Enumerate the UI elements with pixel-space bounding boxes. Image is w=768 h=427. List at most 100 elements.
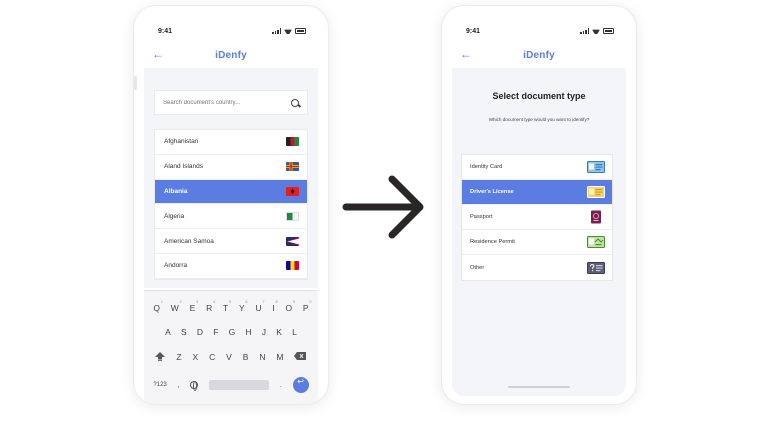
- key-e[interactable]: E3: [190, 299, 199, 313]
- key-c[interactable]: C: [209, 352, 215, 363]
- country-name: Albania: [164, 187, 188, 195]
- key-f[interactable]: F: [213, 327, 218, 337]
- key-j[interactable]: J: [262, 327, 266, 337]
- phone-country-selection: 9:41 ← iDenfy Afghanistan Al: [134, 6, 328, 404]
- document-name: Driver's License: [470, 189, 514, 195]
- document-name: Other: [470, 264, 485, 271]
- key-o[interactable]: O9: [286, 299, 296, 313]
- brand-logo: iDenfy: [523, 49, 555, 61]
- signal-icon: [580, 28, 589, 34]
- country-name: Algeria: [164, 212, 185, 220]
- country-name: Afghanistan: [164, 138, 199, 146]
- wifi-icon: [592, 28, 600, 34]
- document-name: Identity Card: [470, 164, 503, 170]
- key-w[interactable]: W2: [171, 299, 182, 313]
- backspace-key-icon[interactable]: [294, 352, 307, 363]
- wifi-icon: [284, 28, 292, 34]
- country-row-aland-islands[interactable]: Aland Islands: [155, 155, 307, 180]
- document-screen: Select document type Which document type…: [452, 68, 626, 396]
- residence-permit-icon: [587, 236, 605, 248]
- keyboard-row-2: A S D F G H J K L: [144, 327, 318, 337]
- key-i[interactable]: I8: [272, 299, 277, 313]
- battery-icon: [603, 28, 614, 34]
- document-name: Residence Permit: [470, 239, 515, 245]
- country-search-box[interactable]: [154, 90, 308, 115]
- period-key[interactable]: .: [280, 382, 282, 389]
- key-t[interactable]: T5: [223, 299, 231, 313]
- key-u[interactable]: U7: [255, 299, 264, 313]
- status-time: 9:41: [466, 27, 481, 35]
- key-y[interactable]: Y6: [239, 299, 248, 313]
- key-d[interactable]: D: [197, 327, 203, 337]
- onscreen-keyboard: Q1 W2 E3 R4 T5 Y6 U7 I8 O9 P0 A S D F G …: [144, 290, 318, 404]
- country-list: Afghanistan Aland Islands Albania Algeri…: [154, 129, 308, 280]
- key-h[interactable]: H: [245, 327, 251, 337]
- document-row-identity-card[interactable]: Identity Card: [462, 155, 612, 180]
- country-row-algeria[interactable]: Algeria: [155, 204, 307, 230]
- home-indicator: [508, 386, 570, 388]
- brand-logo: iDenfy: [215, 49, 247, 61]
- afghanistan-flag-icon: [286, 137, 299, 147]
- country-search-input[interactable]: [163, 99, 291, 106]
- american-samoa-flag-icon: [286, 236, 299, 246]
- key-p[interactable]: P0: [303, 299, 312, 313]
- nav-bar: ← iDenfy: [452, 44, 626, 66]
- document-row-drivers-license[interactable]: Driver's License: [462, 180, 612, 205]
- keyboard-row-3: Z X C V B N M: [144, 352, 318, 363]
- albania-flag-icon: [286, 186, 299, 196]
- enter-key-icon[interactable]: ↩: [292, 377, 309, 393]
- document-row-passport[interactable]: Passport: [462, 205, 612, 230]
- andorra-flag-icon: [286, 261, 299, 271]
- country-row-afghanistan[interactable]: Afghanistan: [155, 130, 307, 155]
- back-arrow-icon[interactable]: ←: [460, 48, 472, 60]
- algeria-flag-icon: [286, 211, 299, 221]
- country-row-american-samoa[interactable]: American Samoa: [155, 229, 307, 254]
- numbers-key[interactable]: ?123: [153, 382, 166, 388]
- right-arrow-icon: [342, 175, 424, 239]
- battery-icon: [295, 28, 306, 34]
- country-row-andorra[interactable]: Andorra: [155, 254, 307, 279]
- passport-icon: [591, 210, 601, 224]
- key-n[interactable]: N: [259, 352, 265, 363]
- country-name: Aland Islands: [164, 163, 204, 171]
- key-a[interactable]: A: [165, 327, 171, 337]
- keyboard-row-1: Q1 W2 E3 R4 T5 Y6 U7 I8 O9 P0: [144, 299, 318, 313]
- other-document-icon: [587, 261, 605, 274]
- phone-side-button: [134, 76, 137, 90]
- drivers-license-icon: [587, 186, 605, 198]
- comma-key[interactable]: ,: [178, 382, 180, 389]
- country-name: Andorra: [164, 262, 188, 270]
- globe-icon[interactable]: [190, 381, 199, 391]
- document-type-list: Identity Card Driver's License Passport …: [461, 154, 613, 281]
- search-icon[interactable]: [291, 98, 299, 107]
- signal-icon: [272, 28, 281, 34]
- space-key[interactable]: [209, 380, 270, 390]
- page-subtitle: Which document type would you want to id…: [488, 117, 590, 122]
- country-screen: Afghanistan Aland Islands Albania A: [144, 68, 318, 288]
- document-name: Passport: [470, 214, 493, 220]
- key-x[interactable]: X: [193, 352, 199, 363]
- status-bar: 9:41: [158, 26, 306, 36]
- key-q[interactable]: Q1: [153, 299, 163, 313]
- key-k[interactable]: K: [276, 327, 282, 337]
- key-l[interactable]: L: [292, 327, 297, 337]
- country-row-albania[interactable]: Albania: [155, 179, 307, 205]
- keyboard-row-4: ?123 , . ↩: [144, 377, 318, 393]
- aland-islands-flag-icon: [286, 162, 299, 172]
- key-s[interactable]: S: [181, 327, 187, 337]
- shift-key-icon[interactable]: [155, 352, 166, 363]
- key-z[interactable]: Z: [176, 352, 181, 363]
- status-time: 9:41: [158, 27, 173, 35]
- back-arrow-icon[interactable]: ←: [152, 48, 164, 60]
- key-b[interactable]: B: [243, 352, 249, 363]
- key-r[interactable]: R4: [206, 299, 215, 313]
- document-row-residence-permit[interactable]: Residence Permit: [462, 230, 612, 255]
- phone-document-selection: 9:41 ← iDenfy Select document type Which…: [442, 6, 636, 404]
- key-m[interactable]: M: [276, 352, 283, 363]
- key-v[interactable]: V: [226, 352, 232, 363]
- status-icons: [272, 28, 306, 34]
- key-g[interactable]: G: [229, 327, 236, 337]
- document-row-other[interactable]: Other: [462, 255, 612, 280]
- identity-card-icon: [587, 161, 605, 173]
- status-icons: [580, 28, 614, 34]
